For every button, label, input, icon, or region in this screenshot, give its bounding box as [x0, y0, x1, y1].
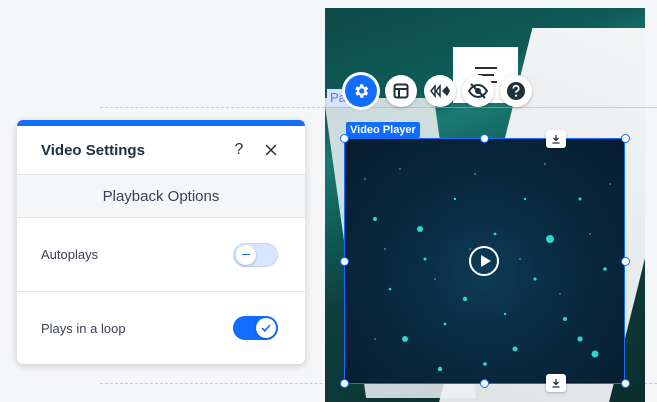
guide-line — [100, 107, 325, 108]
resize-handle-ne[interactable] — [621, 134, 630, 143]
panel-header[interactable]: Video Settings ? — [17, 126, 305, 175]
layout-button[interactable] — [385, 75, 417, 107]
option-label: Plays in a loop — [41, 320, 126, 336]
loop-toggle[interactable] — [233, 316, 278, 340]
option-row-autoplay: Autoplays — [17, 218, 305, 291]
download-icon — [552, 379, 560, 388]
download-icon — [552, 135, 560, 144]
animation-icon — [430, 84, 450, 98]
stretch-bottom-button[interactable] — [546, 374, 566, 392]
animation-button[interactable] — [424, 75, 456, 107]
eye-slash-icon — [468, 83, 488, 99]
resize-handle-se[interactable] — [621, 379, 630, 388]
toggle-knob — [256, 318, 276, 338]
section-guide — [325, 107, 657, 108]
resize-handle-sw[interactable] — [340, 379, 349, 388]
resize-handle-s[interactable] — [480, 379, 489, 388]
hamburger-icon — [475, 67, 497, 69]
hide-button[interactable] — [462, 75, 494, 107]
panel-title: Video Settings — [41, 141, 145, 159]
resize-handle-nw[interactable] — [340, 134, 349, 143]
option-row-loop: Plays in a loop — [17, 291, 305, 364]
component-label: Video Player — [346, 122, 420, 138]
toggle-knob — [236, 244, 256, 265]
play-button[interactable] — [469, 246, 499, 276]
minus-icon — [242, 253, 250, 256]
stretch-top-button[interactable] — [546, 130, 566, 148]
help-button[interactable] — [500, 75, 532, 107]
resize-handle-w[interactable] — [340, 257, 349, 266]
gear-icon — [352, 82, 370, 100]
help-icon[interactable]: ? — [229, 140, 249, 160]
section-title: Playback Options — [17, 175, 305, 218]
settings-button[interactable] — [345, 75, 377, 107]
autoplay-toggle[interactable] — [233, 242, 278, 267]
close-icon[interactable] — [261, 140, 281, 160]
check-icon — [261, 324, 271, 332]
resize-handle-n[interactable] — [480, 134, 489, 143]
layout-icon — [393, 83, 409, 99]
resize-handle-e[interactable] — [621, 257, 630, 266]
question-icon — [506, 81, 526, 101]
option-label: Autoplays — [41, 247, 99, 262]
video-settings-panel: Video Settings ? Playback Options Autopl… — [17, 120, 305, 364]
